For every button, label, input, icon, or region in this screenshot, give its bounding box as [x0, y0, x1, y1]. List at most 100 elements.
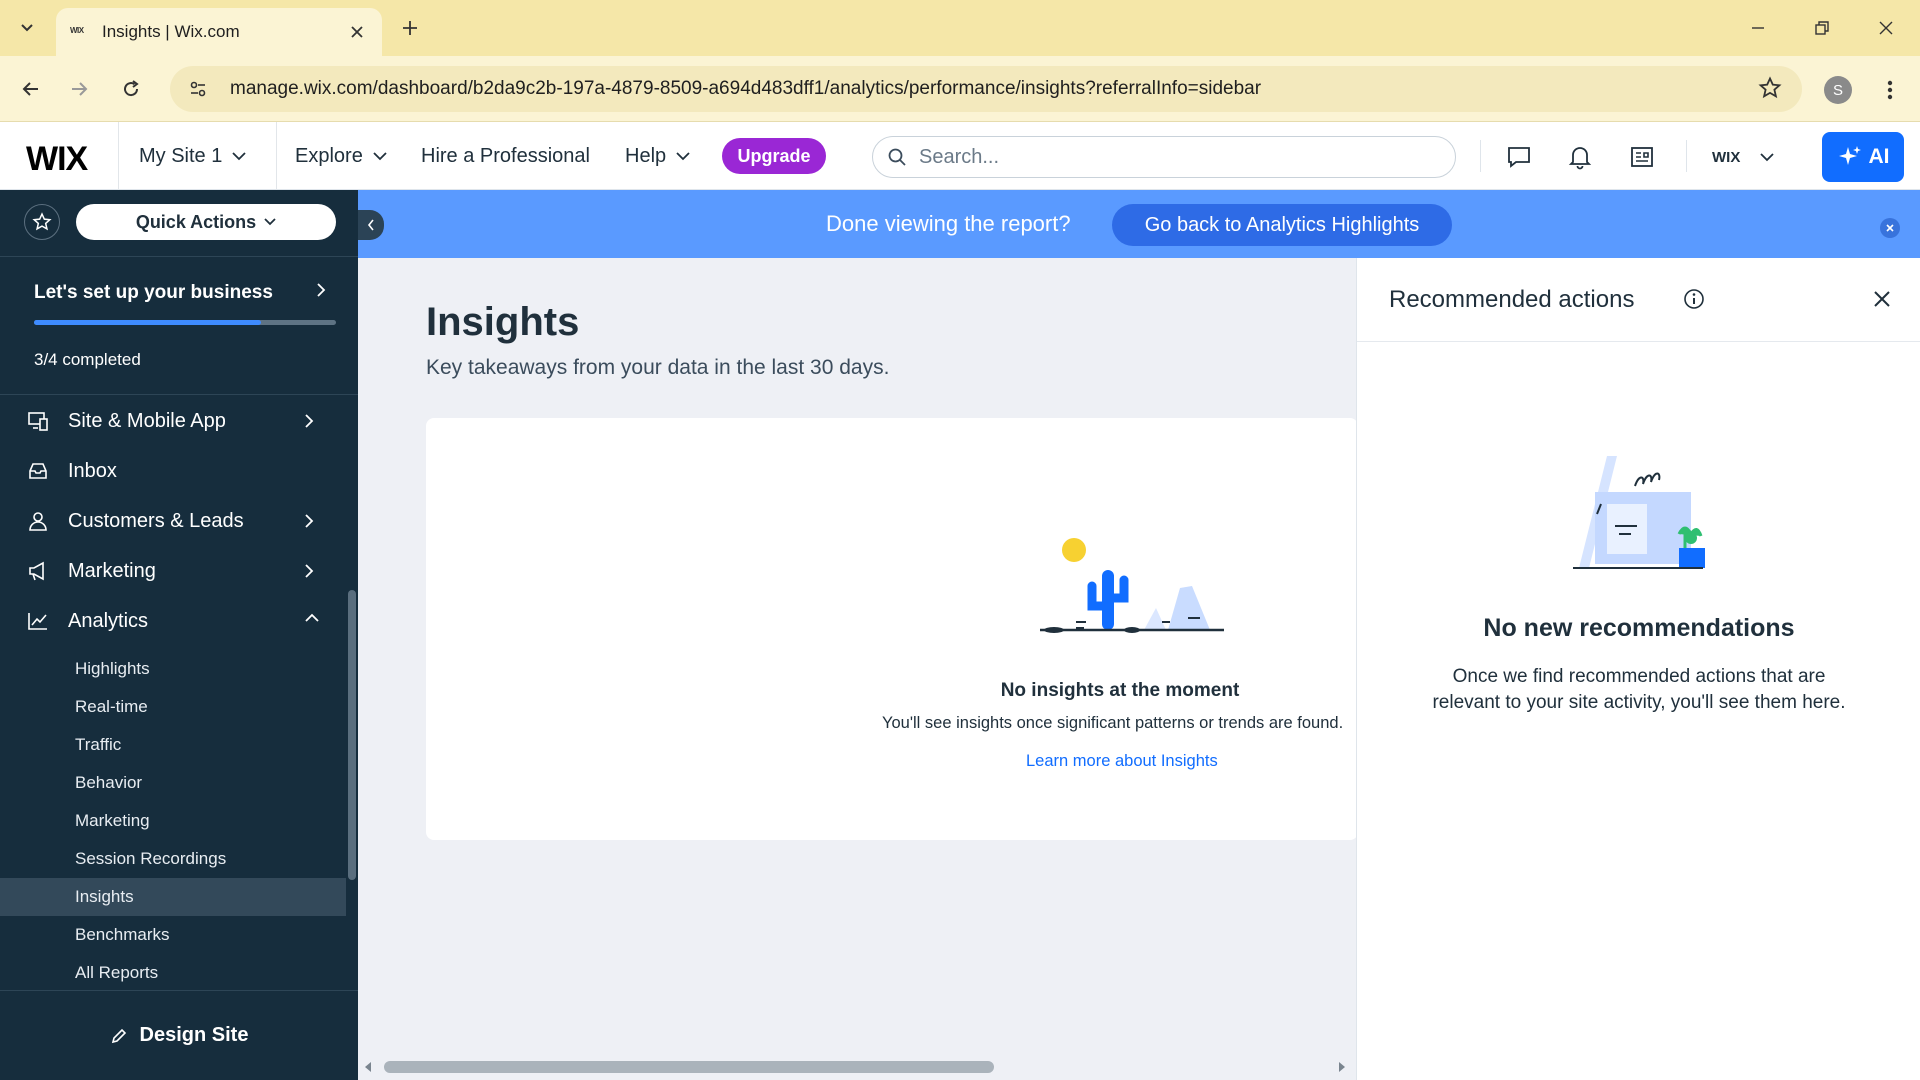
report-banner: Done viewing the report? Go back to Anal… [358, 190, 1920, 258]
sidebar: Quick Actions Let's set up your business… [0, 190, 358, 1080]
banner-text: Done viewing the report? [826, 211, 1071, 236]
ai-assistant-button[interactable]: AI [1822, 132, 1904, 182]
browser-toolbar: manage.wix.com/dashboard/b2da9c2b-197a-4… [0, 56, 1920, 122]
sparkle-icon [1838, 146, 1861, 165]
chevron-right-icon [305, 514, 314, 528]
sidebar-subitem-real-time[interactable]: Real-time [0, 688, 346, 726]
hire-professional-link[interactable]: Hire a Professional [421, 122, 590, 190]
site-info-icon[interactable] [178, 66, 218, 112]
sidebar-item-label: Inbox [68, 459, 117, 482]
pencil-icon [111, 1028, 126, 1043]
notifications-bell-icon[interactable] [1563, 140, 1597, 174]
insights-card-content: No insights at the moment You'll see ins… [358, 258, 1356, 1058]
panel-header: Recommended actions [1357, 258, 1920, 342]
site-selector[interactable]: My Site 1 [139, 122, 246, 190]
sites-overview-icon[interactable] [1625, 140, 1659, 174]
browser-menu-icon[interactable] [1878, 74, 1902, 106]
sidebar-subitem-all-reports[interactable]: All Reports [0, 954, 346, 992]
sidebar-subitem-benchmarks[interactable]: Benchmarks [0, 916, 346, 954]
sidebar-subitem-marketing[interactable]: Marketing [0, 802, 346, 840]
chevron-down-icon [232, 152, 246, 161]
setup-business-card[interactable]: Let's set up your business 3/4 completed [0, 256, 358, 386]
sidebar-subitem-highlights[interactable]: Highlights [0, 650, 346, 688]
tab-title: Insights | Wix.com [102, 22, 240, 41]
forward-button[interactable] [62, 72, 96, 106]
quick-actions-button[interactable]: Quick Actions [76, 204, 336, 240]
empty-state-description: You'll see insights once significant pat… [882, 714, 1344, 732]
favorites-star-icon[interactable] [24, 204, 60, 240]
sidebar-item-label: Customers & Leads [68, 509, 244, 532]
setup-count: 3/4 completed [34, 350, 141, 369]
horizontal-scrollbar-thumb[interactable] [384, 1061, 994, 1073]
sidebar-collapse-button[interactable] [358, 210, 384, 240]
minimize-icon [1752, 27, 1764, 29]
sidebar-item-label: Site & Mobile App [68, 409, 226, 432]
info-icon[interactable] [1683, 288, 1705, 315]
ai-label: AI [1868, 145, 1890, 168]
desert-cactus-illustration [1040, 538, 1224, 633]
minimize-button[interactable] [1736, 12, 1780, 44]
empty-state-title: No insights at the moment [1000, 680, 1240, 701]
sidebar-subitem-insights[interactable]: Insights [0, 878, 346, 916]
arrow-left-icon [22, 82, 38, 96]
recommended-actions-panel: Recommended actions No new recommendatio… [1356, 258, 1920, 1080]
url-text: manage.wix.com/dashboard/b2da9c2b-197a-4… [230, 78, 1262, 99]
chevron-down-icon [676, 152, 690, 161]
search-box [872, 136, 1456, 178]
back-to-highlights-button[interactable]: Go back to Analytics Highlights [1112, 204, 1452, 246]
bookmark-star-icon[interactable] [1758, 76, 1782, 105]
chat-icon[interactable] [1502, 140, 1536, 174]
recommendations-illustration [1573, 456, 1705, 569]
wix-top-bar: WIX My Site 1 Explore Hire a Professiona… [0, 122, 1920, 190]
scroll-left-arrow-icon[interactable] [362, 1060, 374, 1074]
close-icon [1879, 21, 1893, 35]
chevron-right-icon [305, 564, 314, 578]
chevron-down-icon [264, 218, 276, 226]
tab-close-icon[interactable] [346, 21, 368, 43]
help-label: Help [625, 144, 667, 167]
wix-logo[interactable]: WIX [26, 140, 88, 179]
close-window-button[interactable] [1864, 12, 1908, 44]
profile-avatar[interactable]: S [1824, 76, 1852, 104]
sidebar-item-inbox[interactable]: Inbox [0, 446, 358, 496]
chevron-up-icon [305, 613, 319, 622]
chevron-down-icon [21, 24, 33, 32]
account-label: WIX [1712, 148, 1741, 166]
restore-button[interactable] [1800, 12, 1844, 44]
sidebar-subitem-session-recordings[interactable]: Session Recordings [0, 840, 346, 878]
header-divider [1480, 140, 1481, 172]
analytics-chart-icon [26, 609, 50, 633]
plus-icon [403, 21, 417, 35]
devices-icon [26, 409, 50, 433]
upgrade-button[interactable]: Upgrade [722, 138, 826, 174]
new-tab-button[interactable] [396, 14, 424, 42]
sidebar-subitem-traffic[interactable]: Traffic [0, 726, 346, 764]
sidebar-item-label: Marketing [68, 559, 156, 582]
site-selector-label: My Site 1 [139, 144, 223, 167]
reload-button[interactable] [114, 72, 148, 106]
back-button[interactable] [14, 72, 48, 106]
search-input[interactable] [919, 145, 1419, 169]
sidebar-item-analytics[interactable]: Analytics [0, 596, 358, 646]
design-site-label: Design Site [139, 1024, 249, 1046]
address-bar[interactable]: manage.wix.com/dashboard/b2da9c2b-197a-4… [170, 66, 1802, 112]
panel-close-icon[interactable] [1871, 288, 1893, 315]
explore-menu[interactable]: Explore [295, 122, 387, 190]
arrow-right-icon [72, 82, 88, 96]
sidebar-item-label: Analytics [68, 609, 149, 632]
learn-more-insights-link[interactable]: Learn more about Insights [1026, 752, 1218, 771]
sidebar-scrollbar[interactable] [348, 590, 356, 880]
design-site-button[interactable]: Design Site [0, 990, 358, 1080]
browser-tab[interactable]: WIX Insights | Wix.com [56, 8, 382, 56]
help-menu[interactable]: Help [625, 122, 690, 190]
tab-search-button[interactable] [10, 12, 44, 44]
customers-icon [26, 509, 50, 533]
sidebar-item-site-mobile-app[interactable]: Site & Mobile App [0, 396, 358, 446]
sidebar-item-marketing[interactable]: Marketing [0, 546, 358, 596]
banner-close-button[interactable] [1880, 218, 1900, 238]
recommendations-empty-description: Once we find recommended actions that ar… [1432, 666, 1846, 713]
sidebar-subitem-behavior[interactable]: Behavior [0, 764, 346, 802]
account-menu[interactable]: WIX [1712, 140, 1774, 174]
scroll-right-arrow-icon[interactable] [1336, 1060, 1348, 1074]
sidebar-item-customers-leads[interactable]: Customers & Leads [0, 496, 358, 546]
